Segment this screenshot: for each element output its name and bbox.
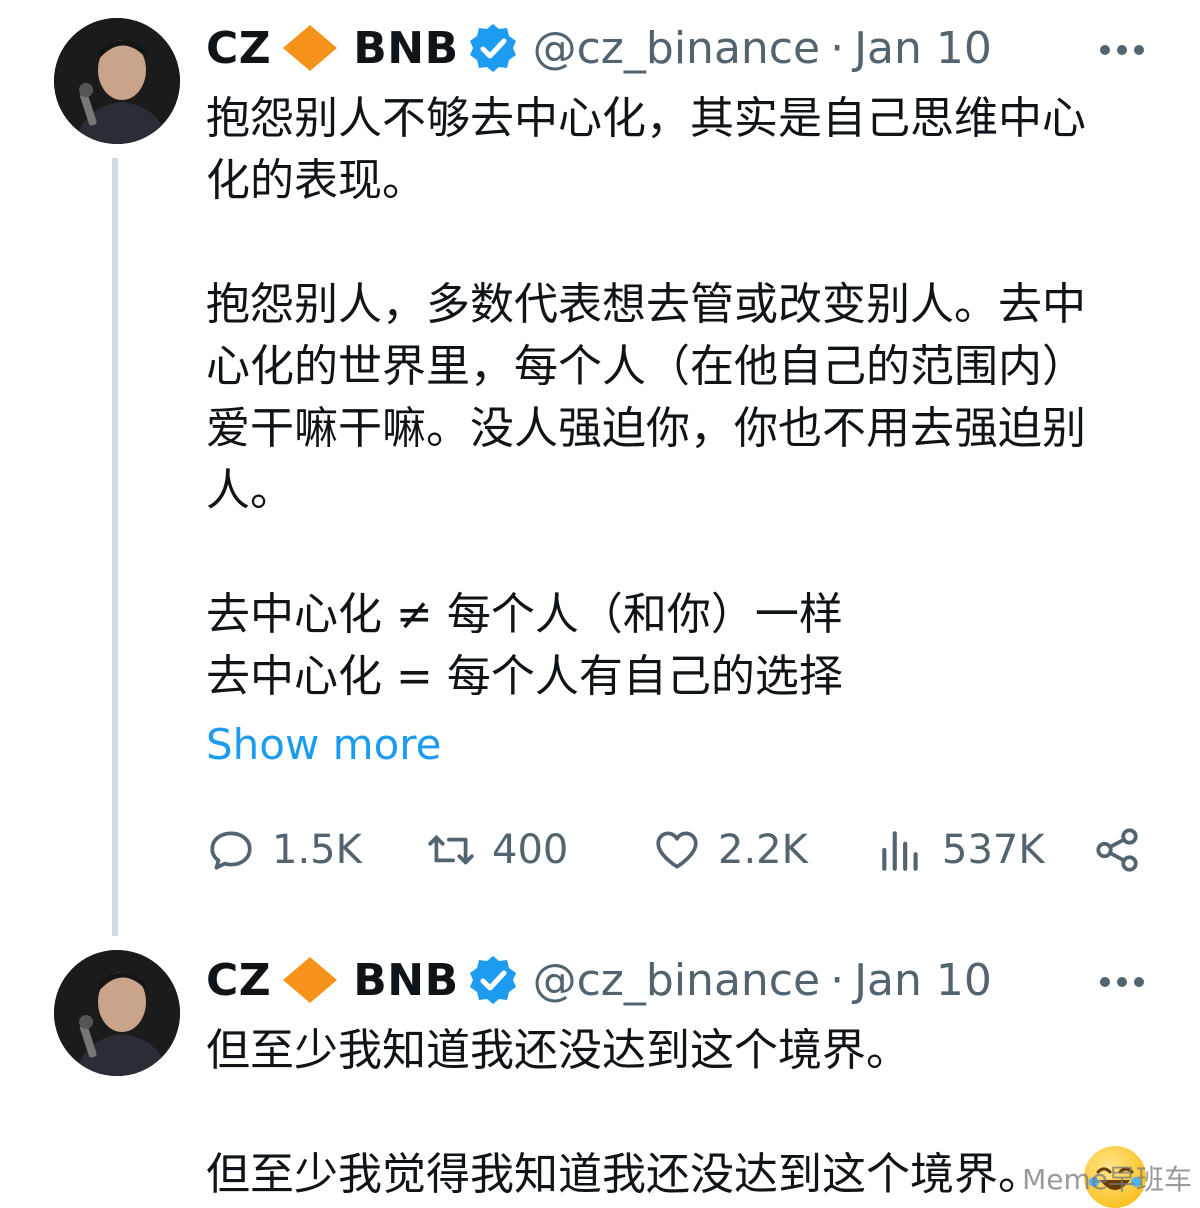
show-more-link[interactable]: Show more <box>206 720 441 769</box>
tweet-header: CZ BNB @cz_binance · Jan 10 <box>206 950 992 1010</box>
display-name[interactable]: CZ <box>206 23 271 74</box>
like-count: 2.2K <box>718 827 808 873</box>
views-count: 537K <box>942 827 1045 873</box>
display-name[interactable]: CZ <box>206 955 271 1006</box>
thread-connector-line <box>112 158 118 936</box>
tweet-date[interactable]: Jan 10 <box>854 23 992 74</box>
views-button[interactable]: 537K <box>876 818 1045 882</box>
share-button[interactable] <box>1092 818 1158 882</box>
display-name-suffix[interactable]: BNB <box>353 23 458 74</box>
tweet-text: 抱怨别人不够去中心化，其实是自己思维中心 化的表现。 抱怨别人，多数代表想去管或… <box>206 93 1086 702</box>
more-icon[interactable] <box>1100 44 1144 56</box>
verified-badge-icon <box>467 954 519 1006</box>
verified-badge-icon <box>467 22 519 74</box>
avatar[interactable] <box>54 18 180 144</box>
display-name-suffix[interactable]: BNB <box>353 955 458 1006</box>
diamond-icon <box>281 955 339 1005</box>
tweet-date[interactable]: Jan 10 <box>854 955 992 1006</box>
retweet-button[interactable]: 400 <box>426 818 568 882</box>
retweet-icon <box>428 834 474 865</box>
tweet-header: CZ BNB @cz_binance · Jan 10 <box>206 18 992 78</box>
like-icon <box>656 831 698 869</box>
avatar[interactable] <box>54 950 180 1076</box>
separator-dot: · <box>830 22 845 74</box>
like-button[interactable]: 2.2K <box>652 818 808 882</box>
reply-count: 1.5K <box>272 827 362 873</box>
more-icon[interactable] <box>1100 976 1144 988</box>
handle[interactable]: @cz_binance <box>533 955 820 1006</box>
separator-dot: · <box>830 954 845 1006</box>
reply-icon <box>210 831 252 870</box>
tweet-text: 但至少我知道我还没达到这个境界。 但至少我觉得我知道我还没达到这个境界。 <box>206 1025 1042 1200</box>
views-icon <box>882 831 918 871</box>
watermark: Meme早班车 <box>1022 1158 1192 1198</box>
handle[interactable]: @cz_binance <box>533 23 820 74</box>
watermark-text: Meme早班车 <box>1022 1163 1192 1196</box>
share-icon <box>1096 828 1138 872</box>
diamond-icon <box>281 23 339 73</box>
tweet-actions: 1.5K 400 2.2K 537K <box>206 818 1146 882</box>
reply-button[interactable]: 1.5K <box>206 818 362 882</box>
retweet-count: 400 <box>492 827 569 873</box>
